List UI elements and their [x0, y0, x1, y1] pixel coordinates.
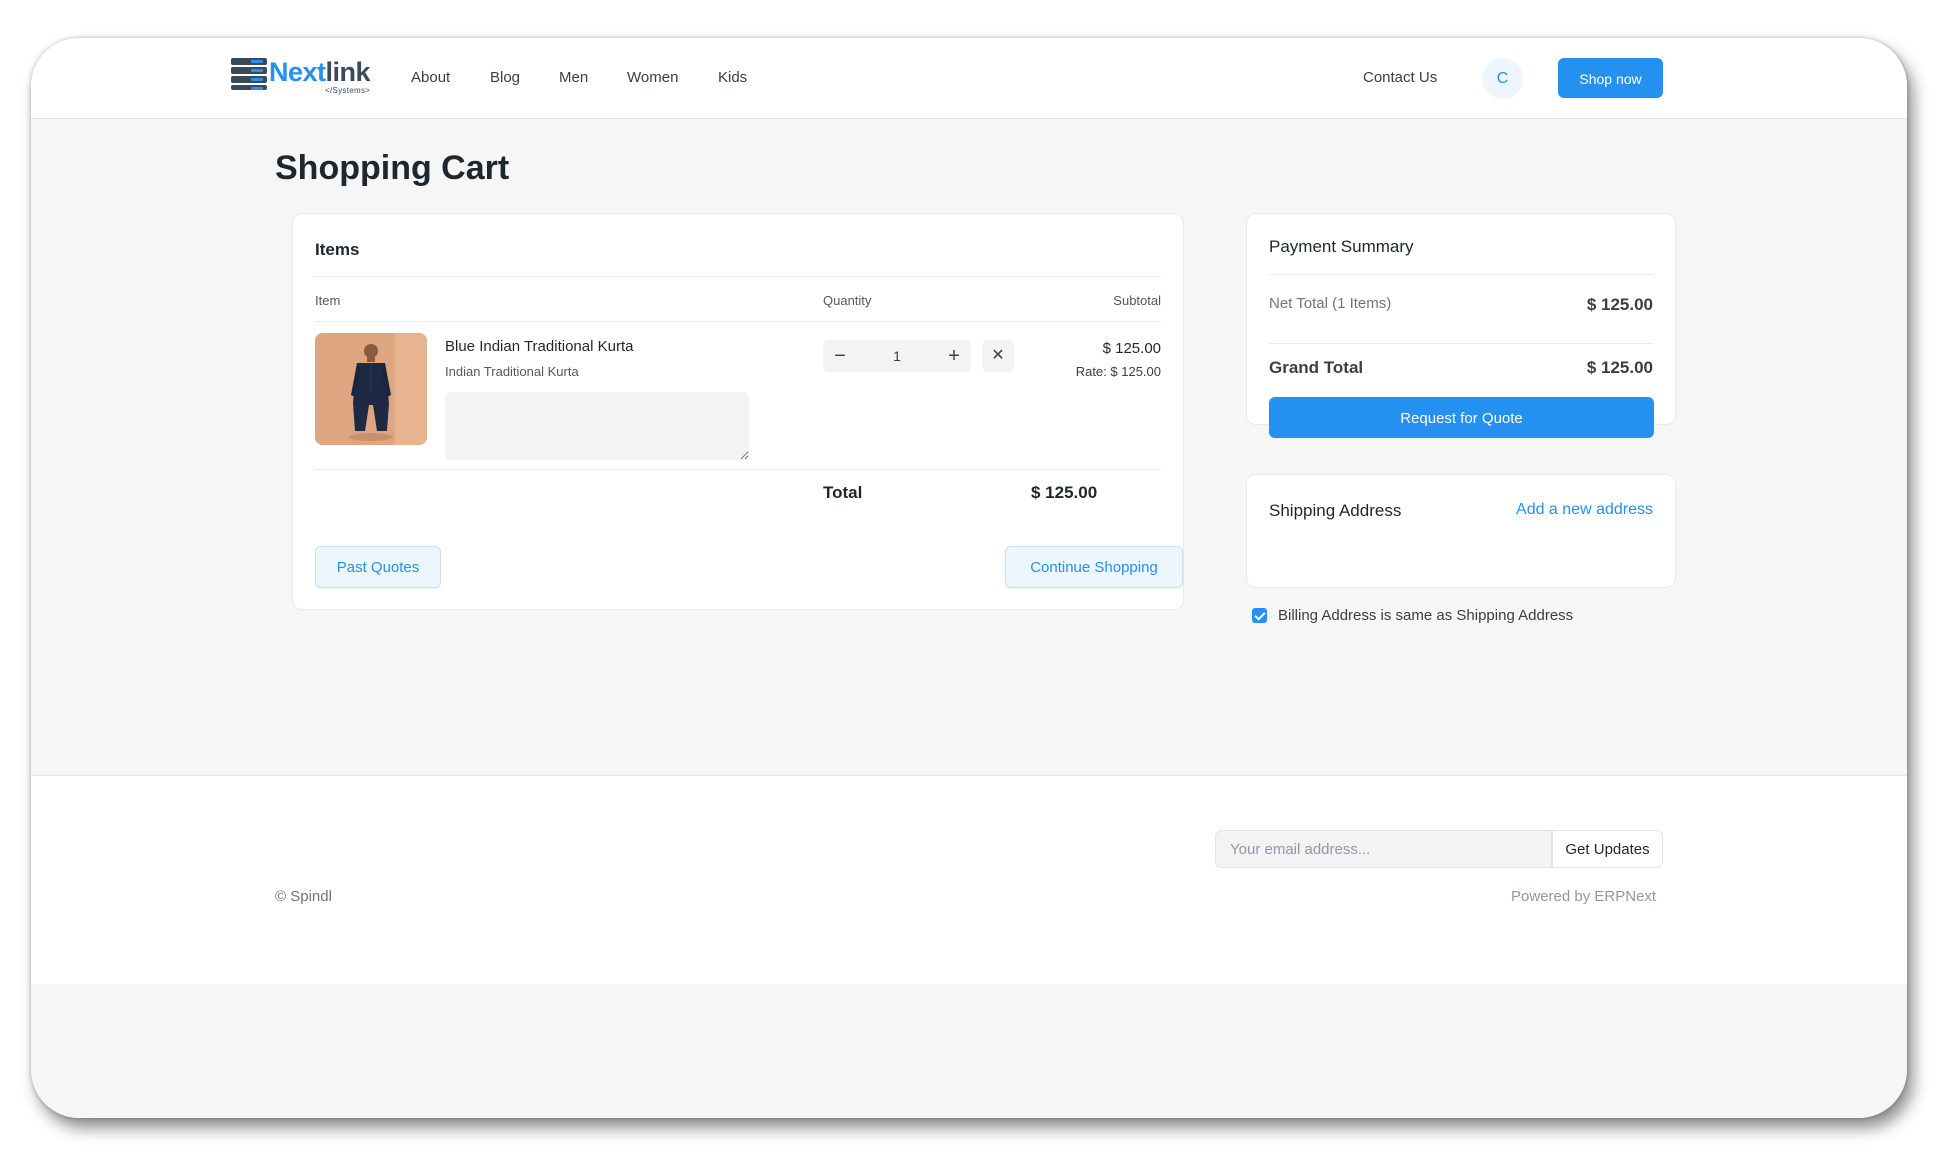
get-updates-button[interactable]: Get Updates: [1552, 830, 1663, 868]
divider: [1269, 343, 1653, 344]
divider: [315, 276, 1161, 277]
add-address-link[interactable]: Add a new address: [1516, 501, 1653, 519]
page-title: Shopping Cart: [275, 149, 510, 187]
email-input[interactable]: [1215, 830, 1552, 868]
item-rate: Rate: $ 125.00: [1075, 364, 1161, 379]
nav-link-women[interactable]: Women: [627, 69, 678, 87]
cart-items-card: Items Item Quantity Subtotal Blue Indian…: [292, 213, 1184, 610]
browser-window: Nextlink </Systems> About Blog Men Women…: [31, 38, 1907, 1118]
item-subtotal: $ 125.00: [1102, 340, 1161, 357]
kurta-model-image: [315, 333, 427, 445]
total-value: $ 125.00: [1031, 483, 1098, 502]
quantity-input[interactable]: [857, 340, 937, 372]
nav-link-kids[interactable]: Kids: [718, 69, 747, 87]
total-label: Total: [823, 483, 863, 502]
user-avatar[interactable]: C: [1482, 58, 1523, 99]
column-header-quantity: Quantity: [823, 293, 872, 308]
footer: Get Updates © Spindl Powered by ERPNext: [31, 775, 1907, 984]
request-quote-button[interactable]: Request for Quote: [1269, 397, 1654, 438]
items-card-title: Items: [315, 240, 360, 259]
quantity-stepper: − +: [823, 340, 971, 372]
grand-total-value: $ 125.00: [1586, 358, 1653, 377]
column-header-subtotal: Subtotal: [1113, 293, 1161, 308]
product-image[interactable]: [315, 333, 427, 445]
erpnext-link[interactable]: ERPNext: [1594, 888, 1656, 905]
plus-icon[interactable]: +: [937, 340, 971, 372]
item-notes-textarea[interactable]: [445, 392, 749, 460]
navbar: Nextlink </Systems> About Blog Men Women…: [31, 38, 1907, 119]
payment-summary-card: Payment Summary Net Total (1 Items) $ 12…: [1246, 213, 1676, 438]
minus-icon[interactable]: −: [823, 340, 857, 372]
brand-logo[interactable]: Nextlink </Systems>: [231, 57, 391, 98]
nav-link-men[interactable]: Men: [559, 69, 588, 87]
column-header-item: Item: [315, 293, 341, 308]
net-total-label: Net Total (1 Items): [1269, 295, 1392, 312]
item-description: Indian Traditional Kurta: [445, 364, 579, 379]
payment-summary-title: Payment Summary: [1269, 237, 1414, 256]
powered-by: Powered by ERPNext: [1511, 888, 1656, 905]
divider: [315, 469, 1161, 470]
divider: [315, 321, 1161, 322]
past-quotes-button[interactable]: Past Quotes: [315, 546, 441, 588]
billing-same-label[interactable]: Billing Address is same as Shipping Addr…: [1278, 607, 1573, 624]
continue-shopping-button[interactable]: Continue Shopping: [1005, 546, 1183, 588]
shipping-address-title: Shipping Address: [1269, 501, 1402, 520]
copyright: © Spindl: [275, 888, 332, 905]
brand-name: Nextlink: [269, 57, 371, 87]
brand-subtitle: </Systems>: [325, 86, 371, 95]
nav-link-about[interactable]: About: [411, 69, 450, 87]
grand-total-label: Grand Total: [1269, 358, 1364, 377]
shop-now-button[interactable]: Shop now: [1558, 58, 1663, 98]
check-icon[interactable]: [1252, 608, 1267, 623]
nav-link-blog[interactable]: Blog: [490, 69, 520, 87]
close-icon[interactable]: ✕: [982, 340, 1014, 372]
powered-by-prefix: Powered by: [1511, 888, 1595, 905]
shipping-address-card: Shipping Address Add a new address: [1246, 474, 1676, 588]
net-total-value: $ 125.00: [1586, 295, 1653, 314]
logo-icon: [231, 58, 267, 90]
divider: [1269, 274, 1653, 275]
nav-link-contact[interactable]: Contact Us: [1363, 69, 1437, 87]
item-name[interactable]: Blue Indian Traditional Kurta: [445, 338, 633, 355]
